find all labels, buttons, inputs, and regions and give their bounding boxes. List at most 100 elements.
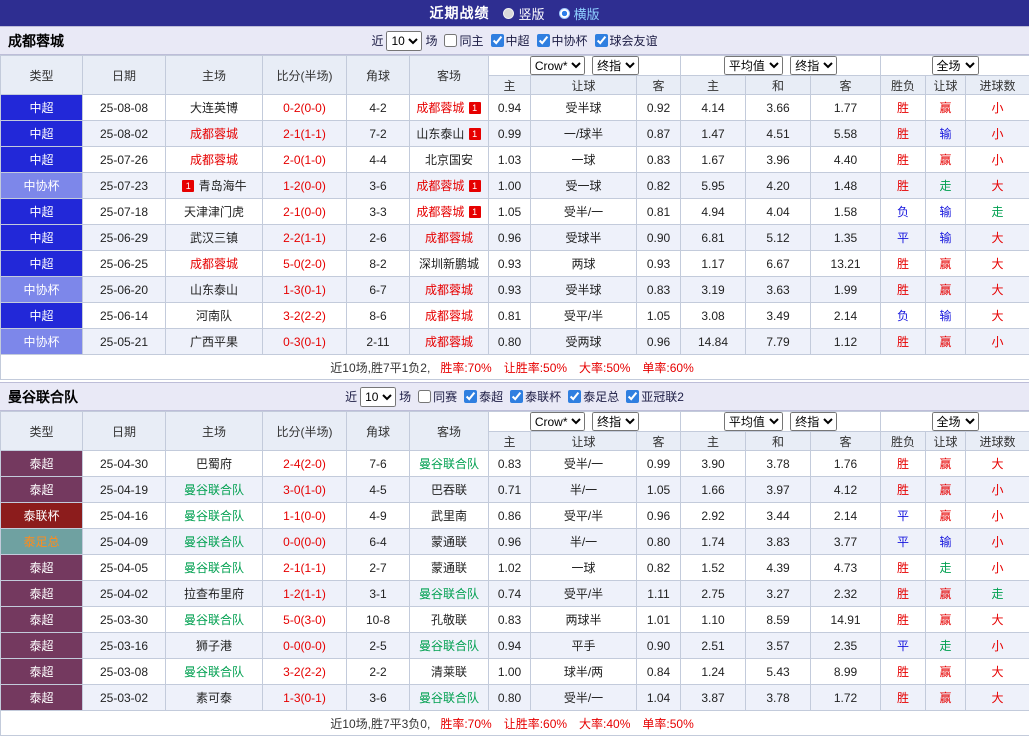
away-team-cell[interactable]: 成都蓉城 1 <box>410 173 489 199</box>
score-cell[interactable]: 3-0(1-0) <box>263 477 347 503</box>
home-team-cell[interactable]: 素可泰 <box>166 685 263 711</box>
away-team-name[interactable]: 成都蓉城 <box>416 205 464 219</box>
odds-company-select[interactable]: Crow* <box>530 412 585 431</box>
home-team-name[interactable]: 素可泰 <box>196 691 232 705</box>
home-team-cell[interactable]: 曼谷联合队 <box>166 503 263 529</box>
score-cell[interactable]: 1-3(0-1) <box>263 685 347 711</box>
filter-club-friendly[interactable]: 球会友谊 <box>595 32 658 49</box>
score-cell[interactable]: 3-2(2-2) <box>263 303 347 329</box>
home-team-cell[interactable]: 山东泰山 <box>166 277 263 303</box>
radio-selected-icon[interactable] <box>559 8 570 19</box>
home-team-cell[interactable]: 大连英博 <box>166 95 263 121</box>
home-team-cell[interactable]: 拉查布里府 <box>166 581 263 607</box>
away-team-cell[interactable]: 孔敬联 <box>410 607 489 633</box>
filter-csl[interactable]: 中超 <box>491 32 530 49</box>
layout-option-vertical[interactable]: 竖版 <box>503 4 544 23</box>
away-team-cell[interactable]: 曼谷联合队 <box>410 581 489 607</box>
score-cell[interactable]: 0-0(0-0) <box>263 633 347 659</box>
score-cell[interactable]: 0-2(0-0) <box>263 95 347 121</box>
filter-thai-league-cup-checkbox[interactable] <box>510 390 523 403</box>
home-team-name[interactable]: 曼谷联合队 <box>184 613 244 627</box>
filter-same-home-checkbox[interactable] <box>444 34 457 47</box>
home-team-name[interactable]: 曼谷联合队 <box>184 483 244 497</box>
home-team-cell[interactable]: 成都蓉城 <box>166 121 263 147</box>
away-team-name[interactable]: 曼谷联合队 <box>419 587 479 601</box>
home-team-cell[interactable]: 曼谷联合队 <box>166 659 263 685</box>
filter-thai-fa-cup[interactable]: 泰足总 <box>568 388 619 405</box>
away-team-name[interactable]: 武里南 <box>431 509 467 523</box>
home-team-name[interactable]: 狮子港 <box>196 639 232 653</box>
away-team-cell[interactable]: 巴吞联 <box>410 477 489 503</box>
score-cell[interactable]: 5-0(3-0) <box>263 607 347 633</box>
home-team-cell[interactable]: 广西平果 <box>166 329 263 355</box>
home-team-cell[interactable]: 河南队 <box>166 303 263 329</box>
score-cell[interactable]: 0-0(0-0) <box>263 529 347 555</box>
filter-acl2[interactable]: 亚冠联2 <box>626 388 684 405</box>
away-team-name[interactable]: 成都蓉城 <box>416 179 464 193</box>
filter-csl-checkbox[interactable] <box>491 34 504 47</box>
score-cell[interactable]: 2-1(1-1) <box>263 121 347 147</box>
scope-select[interactable]: 全场 <box>932 56 979 75</box>
away-team-name[interactable]: 成都蓉城 <box>425 335 473 349</box>
home-team-name[interactable]: 大连英博 <box>190 101 238 115</box>
score-cell[interactable]: 2-0(1-0) <box>263 147 347 173</box>
filter-same-season-checkbox[interactable] <box>418 390 431 403</box>
home-team-cell[interactable]: 狮子港 <box>166 633 263 659</box>
average-stage-select[interactable]: 终指 <box>790 412 837 431</box>
home-team-cell[interactable]: 曼谷联合队 <box>166 607 263 633</box>
away-team-name[interactable]: 山东泰山 <box>416 127 464 141</box>
home-team-name[interactable]: 成都蓉城 <box>190 127 238 141</box>
score-cell[interactable]: 2-4(2-0) <box>263 451 347 477</box>
filter-same-home[interactable]: 同主 <box>444 32 483 49</box>
away-team-cell[interactable]: 武里南 <box>410 503 489 529</box>
home-team-cell[interactable]: 成都蓉城 <box>166 251 263 277</box>
score-cell[interactable]: 3-2(2-2) <box>263 659 347 685</box>
score-cell[interactable]: 1-1(0-0) <box>263 503 347 529</box>
score-cell[interactable]: 1-2(1-1) <box>263 581 347 607</box>
layout-option-horizontal[interactable]: 横版 <box>559 4 600 23</box>
home-team-name[interactable]: 山东泰山 <box>190 283 238 297</box>
score-cell[interactable]: 5-0(2-0) <box>263 251 347 277</box>
away-team-cell[interactable]: 成都蓉城 <box>410 303 489 329</box>
away-team-cell[interactable]: 成都蓉城 <box>410 277 489 303</box>
home-team-cell[interactable]: 成都蓉城 <box>166 147 263 173</box>
away-team-cell[interactable]: 成都蓉城 <box>410 329 489 355</box>
home-team-name[interactable]: 巴蜀府 <box>196 457 232 471</box>
away-team-name[interactable]: 巴吞联 <box>431 483 467 497</box>
away-team-cell[interactable]: 曼谷联合队 <box>410 685 489 711</box>
home-team-name[interactable]: 拉查布里府 <box>184 587 244 601</box>
away-team-name[interactable]: 清莱联 <box>431 665 467 679</box>
home-team-name[interactable]: 武汉三镇 <box>190 231 238 245</box>
away-team-cell[interactable]: 北京国安 <box>410 147 489 173</box>
score-cell[interactable]: 1-2(0-0) <box>263 173 347 199</box>
filter-club-friendly-checkbox[interactable] <box>595 34 608 47</box>
home-team-cell[interactable]: 曼谷联合队 <box>166 529 263 555</box>
average-select[interactable]: 平均值 <box>724 56 783 75</box>
away-team-cell[interactable]: 成都蓉城 1 <box>410 95 489 121</box>
away-team-name[interactable]: 曼谷联合队 <box>419 691 479 705</box>
away-team-cell[interactable]: 清莱联 <box>410 659 489 685</box>
home-team-name[interactable]: 曼谷联合队 <box>184 509 244 523</box>
average-select[interactable]: 平均值 <box>724 412 783 431</box>
away-team-name[interactable]: 成都蓉城 <box>425 231 473 245</box>
away-team-name[interactable]: 成都蓉城 <box>425 309 473 323</box>
radio-unselected-icon[interactable] <box>503 8 514 19</box>
filter-thai-league[interactable]: 泰超 <box>464 388 503 405</box>
filter-thai-fa-cup-checkbox[interactable] <box>568 390 581 403</box>
score-cell[interactable]: 2-1(0-0) <box>263 199 347 225</box>
filter-same-season[interactable]: 同赛 <box>418 388 457 405</box>
scope-select[interactable]: 全场 <box>932 412 979 431</box>
away-team-name[interactable]: 蒙通联 <box>431 561 467 575</box>
away-team-cell[interactable]: 山东泰山 1 <box>410 121 489 147</box>
away-team-name[interactable]: 蒙通联 <box>431 535 467 549</box>
home-team-cell[interactable]: 武汉三镇 <box>166 225 263 251</box>
filter-cfa-cup[interactable]: 中协杯 <box>537 32 588 49</box>
home-team-cell[interactable]: 天津津门虎 <box>166 199 263 225</box>
odds-stage-select[interactable]: 终指 <box>592 412 639 431</box>
away-team-name[interactable]: 曼谷联合队 <box>419 457 479 471</box>
away-team-cell[interactable]: 曼谷联合队 <box>410 633 489 659</box>
away-team-cell[interactable]: 蒙通联 <box>410 529 489 555</box>
home-team-cell[interactable]: 曼谷联合队 <box>166 555 263 581</box>
home-team-name[interactable]: 曼谷联合队 <box>184 535 244 549</box>
away-team-cell[interactable]: 曼谷联合队 <box>410 451 489 477</box>
